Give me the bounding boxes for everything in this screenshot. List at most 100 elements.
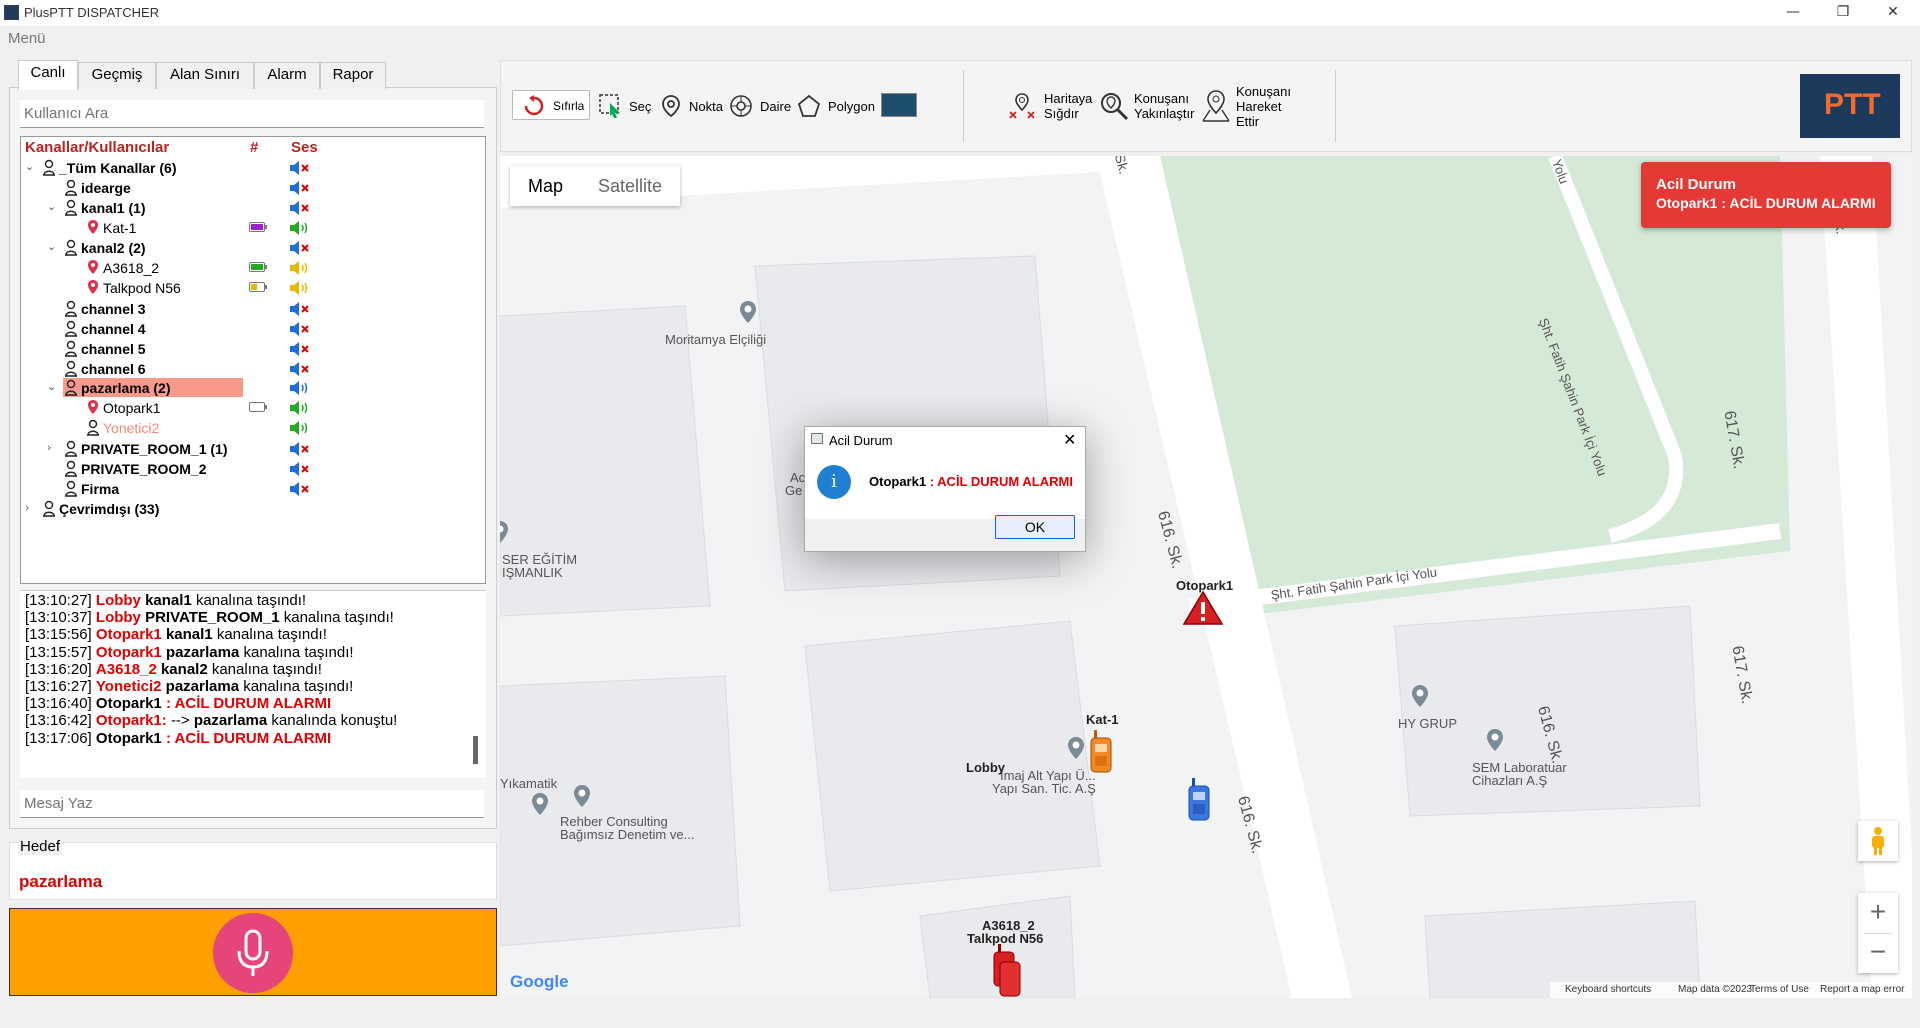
emergency-dialog: Acil Durum ✕ i Otopark1 : ACİL DURUM ALA… [804,426,1086,552]
tree-row[interactable]: Otopark1 [21,398,485,418]
tab-rapor[interactable]: Rapor [320,62,386,89]
user-search-input[interactable] [20,100,484,128]
message-input[interactable] [20,790,484,818]
expand-arrow-icon[interactable]: ⌄ [47,240,56,253]
poi-pin-icon[interactable] [530,792,550,816]
tab-alarm[interactable]: Alarm [254,62,320,89]
expand-arrow-icon[interactable]: ⌄ [47,380,56,393]
poi-pin-icon[interactable] [500,520,510,544]
dialog-close-icon[interactable]: ✕ [1063,430,1076,449]
minimize-button[interactable]: — [1770,0,1816,26]
tree-row[interactable]: Talkpod N56 [21,278,485,298]
select-label[interactable]: Seç [629,99,651,114]
speaker-icon[interactable] [289,260,315,276]
street-view-button[interactable] [1858,821,1898,861]
radio-device-icon[interactable] [1186,778,1212,822]
tree-row[interactable]: › Çevrimdışı (33) [21,499,485,519]
speaker-icon[interactable] [289,341,315,357]
move-speaker-icon[interactable] [1200,88,1232,124]
tree-row[interactable]: idearge [21,178,485,198]
ok-button[interactable]: OK [995,515,1075,539]
terms-link[interactable]: Terms of Use [1750,984,1809,995]
poi-label: Yıkamatik [500,776,558,791]
fill-color-swatch[interactable] [881,93,917,117]
speaker-icon[interactable] [289,321,315,337]
tree-row[interactable]: channel 5 [21,339,485,359]
select-icon[interactable] [598,93,624,119]
speaker-icon[interactable] [289,200,315,216]
tree-row[interactable]: Kat-1 [21,218,485,238]
menu[interactable]: Menü [8,30,46,47]
expand-arrow-icon[interactable]: ⌄ [47,200,56,213]
poi-pin-icon[interactable] [572,784,592,808]
zoom-speaker-line1: Konuşanı [1134,91,1189,106]
polygon-label[interactable]: Polygon [828,99,875,114]
radio-device-icon[interactable] [990,944,1024,998]
poi-pin-icon[interactable] [1485,728,1505,752]
microphone-button[interactable] [213,913,293,993]
log-scrollbar[interactable] [473,736,478,764]
map-type-satellite[interactable]: Satellite [598,176,662,197]
tree-row[interactable]: channel 3 [21,299,485,319]
tree-row[interactable]: PRIVATE_ROOM_2 [21,459,485,479]
zoom-speaker-label[interactable]: Konuşanı Yakınlaştır [1134,91,1194,121]
map-type-map[interactable]: Map [528,176,563,197]
reset-button[interactable]: Sıfırla [512,90,590,120]
speaker-icon[interactable] [289,380,315,396]
maximize-button[interactable]: ❐ [1820,0,1866,26]
point-icon[interactable] [660,94,682,118]
speaker-icon[interactable] [289,441,315,457]
circle-label[interactable]: Daire [760,99,791,114]
speaker-icon[interactable] [289,240,315,256]
speaker-icon[interactable] [289,160,315,176]
tree-row[interactable]: › PRIVATE_ROOM_1 (1) [21,439,485,459]
tab-canli[interactable]: Canlı [18,60,78,90]
tree-row[interactable]: channel 4 [21,319,485,339]
move-speaker-label[interactable]: Konuşanı Hareket Ettir [1236,84,1291,129]
zoom-speaker-icon[interactable] [1098,90,1130,122]
report-error-link[interactable]: Report a map error [1820,984,1904,995]
tab-gecmis[interactable]: Geçmiş [78,62,156,89]
fit-map-icon[interactable] [1006,90,1038,122]
speaker-icon[interactable] [289,220,315,236]
expand-arrow-icon[interactable]: › [47,441,51,454]
expand-arrow-icon[interactable]: › [25,501,29,514]
expand-arrow-icon[interactable]: ⌄ [25,160,34,173]
point-label[interactable]: Nokta [689,99,723,114]
poi-pin-icon[interactable] [1410,684,1430,708]
tab-alan-siniri[interactable]: Alan Sınırı [156,62,254,89]
zoom-out-button[interactable]: − [1858,933,1898,973]
emergency-alert-banner[interactable]: Acil Durum Otopark1 : ACİL DURUM ALARMI [1641,162,1891,228]
poi-pin-icon[interactable] [1066,736,1086,760]
tree-row[interactable]: Firma [21,479,485,499]
fit-map-label[interactable]: Haritaya Sığdır [1044,91,1092,121]
map-view[interactable]: Map Satellite 616. Sk. 616. Sk. 616. Sk.… [500,156,1912,998]
speaker-icon[interactable] [289,461,315,477]
tree-row[interactable]: ⌄ _Tüm Kanallar (6) [21,158,485,178]
tree-row[interactable]: ⌄ pazarlama (2) [21,378,485,398]
speaker-icon[interactable] [289,301,315,317]
keyboard-shortcuts-link[interactable]: Keyboard shortcuts [1565,984,1651,995]
polygon-icon[interactable] [797,94,821,118]
speaker-icon[interactable] [289,180,315,196]
speaker-icon[interactable] [289,420,315,436]
tree-row[interactable]: A3618_2 [21,258,485,278]
log-time: [13:17:06] [25,729,92,747]
tree-row-label: A3618_2 [103,260,160,276]
poi-pin-icon[interactable] [738,300,758,324]
speaker-icon[interactable] [289,361,315,377]
close-button[interactable]: ✕ [1870,0,1916,26]
alert-title: Acil Durum [1656,176,1737,193]
tree-row[interactable]: Yonetici2 [21,418,485,438]
tree-row[interactable]: channel 6 [21,359,485,379]
zoom-in-button[interactable]: + [1858,893,1898,933]
speaker-icon[interactable] [289,280,315,296]
tree-row[interactable]: ⌄ kanal2 (2) [21,238,485,258]
log-alarm: : ACİL DURUM ALARMI [165,729,332,747]
circle-icon[interactable] [729,94,753,118]
speaker-icon[interactable] [289,481,315,497]
tree-row[interactable]: ⌄ kanal1 (1) [21,198,485,218]
radio-device-icon[interactable] [1088,730,1114,774]
speaker-icon[interactable] [289,400,315,416]
alarm-warning-icon[interactable] [1182,590,1224,626]
